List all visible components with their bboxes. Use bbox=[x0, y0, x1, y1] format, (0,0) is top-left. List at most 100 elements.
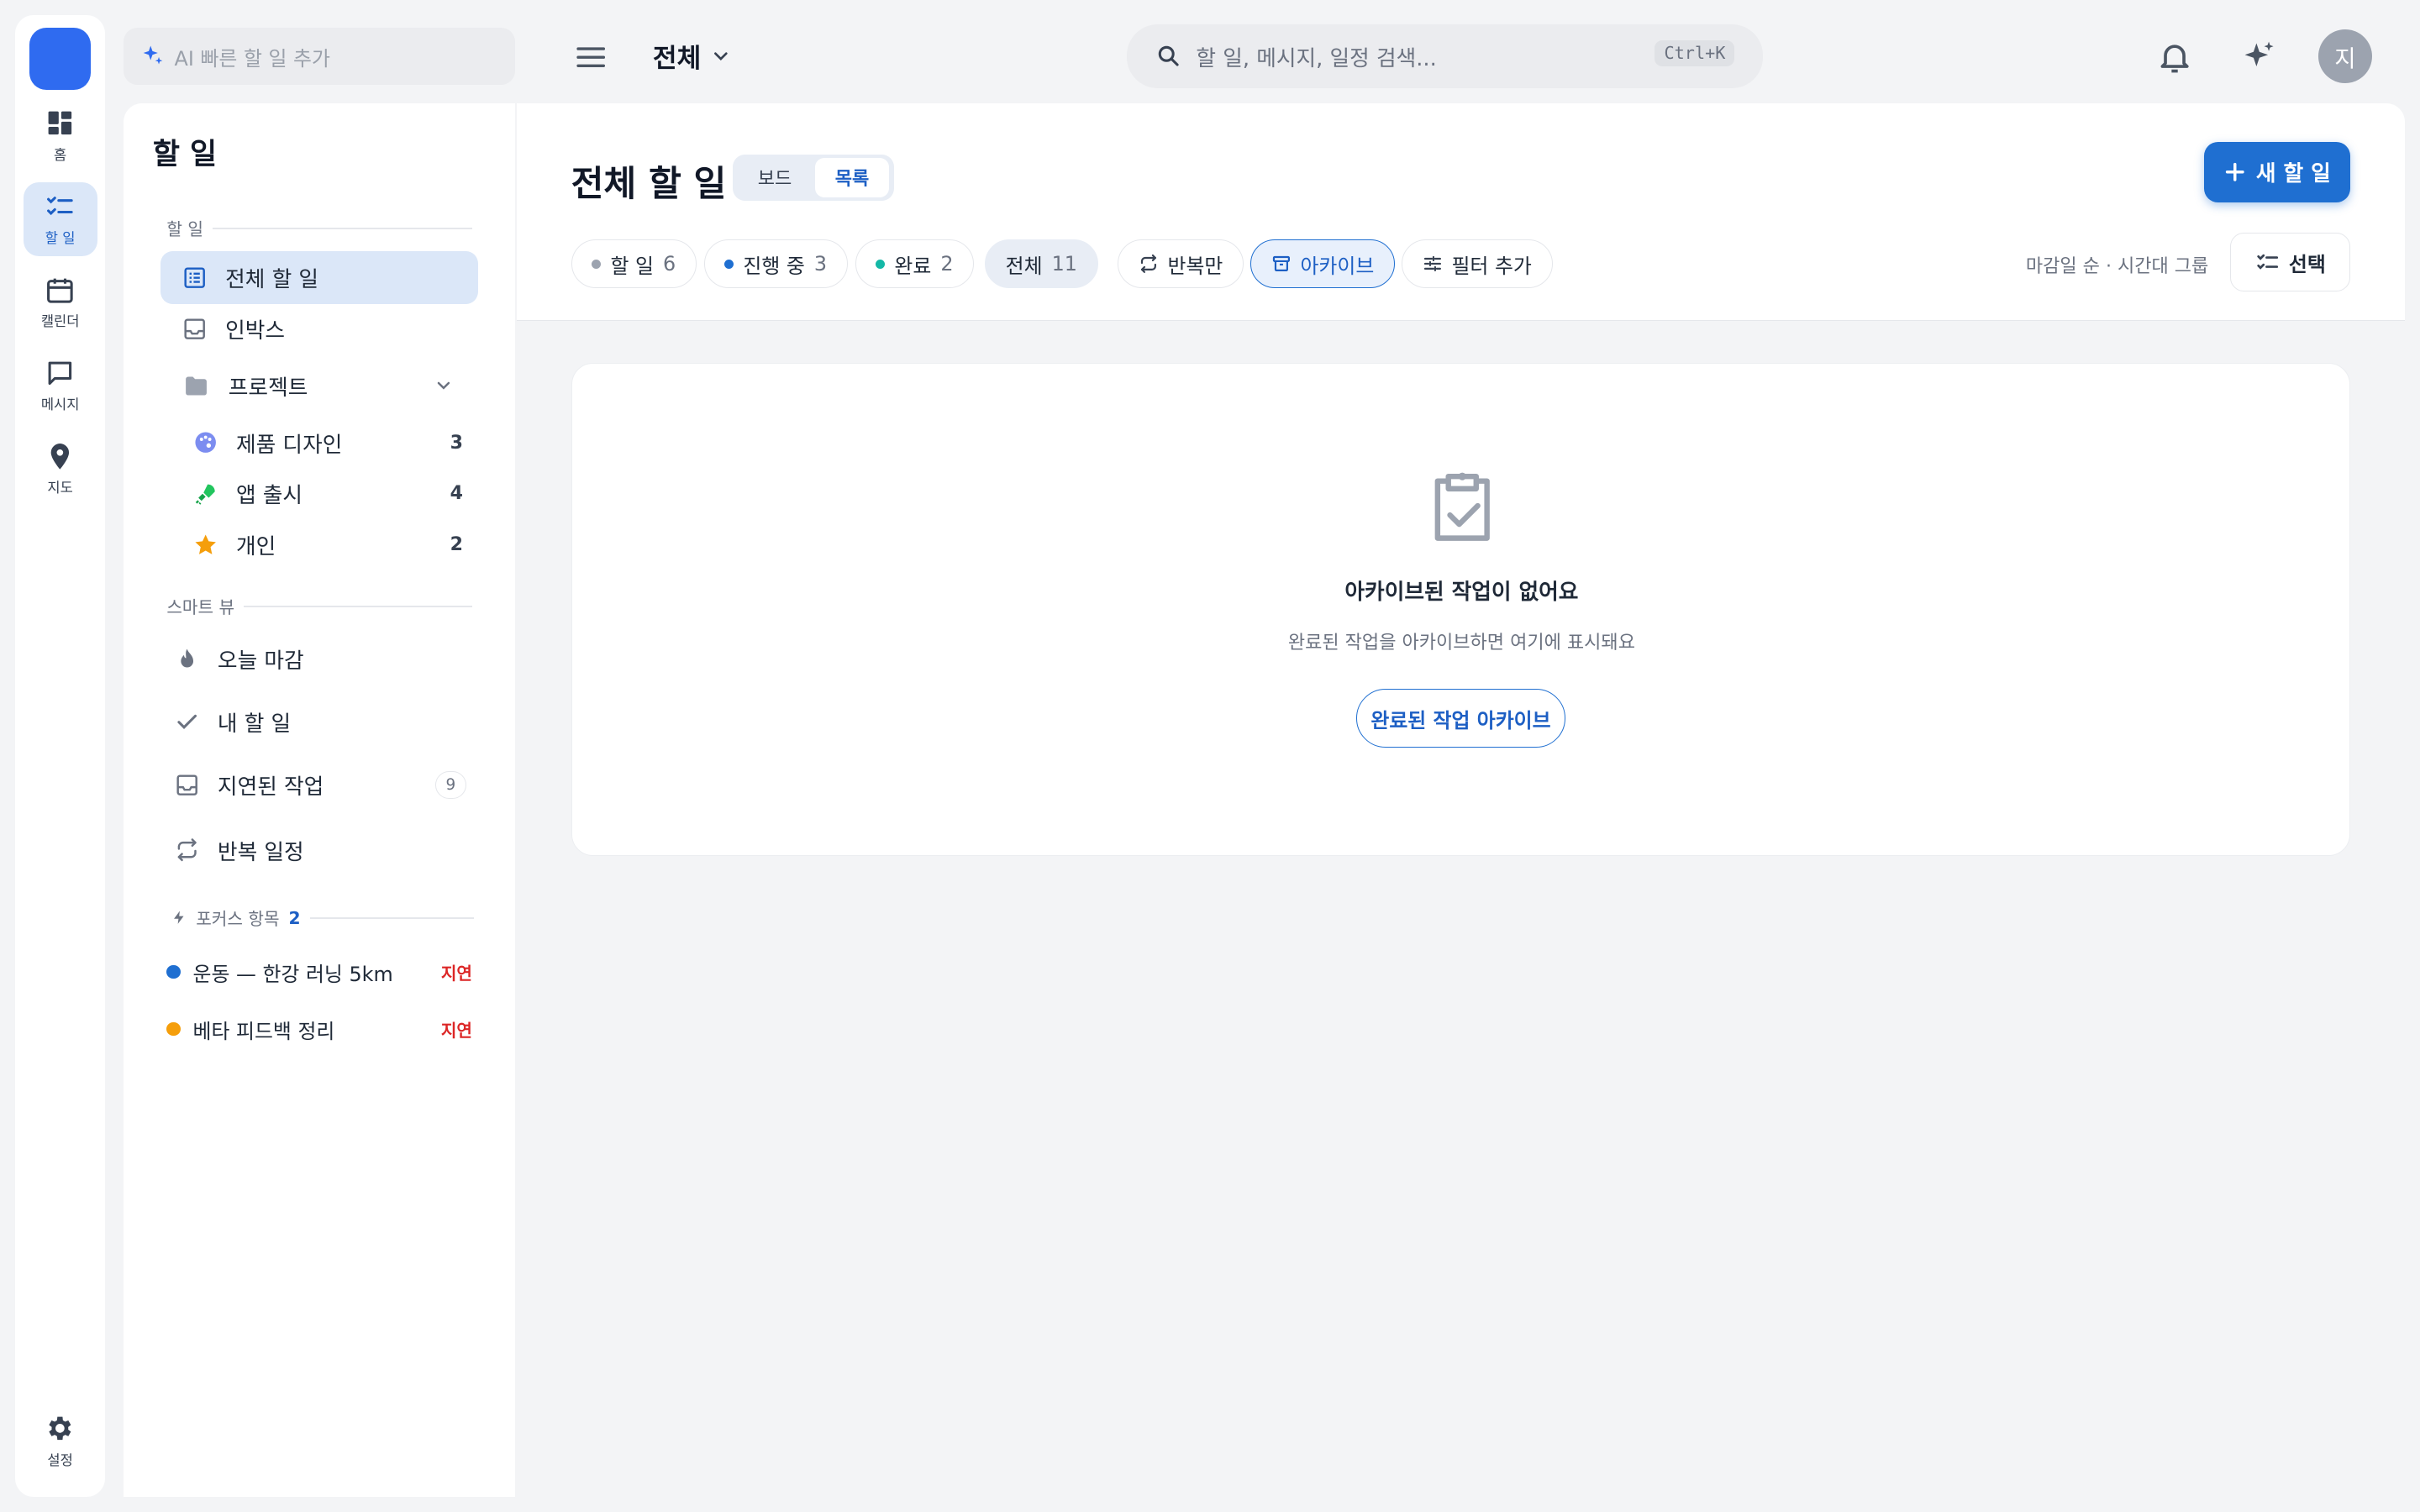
palette-icon bbox=[193, 430, 218, 454]
check-icon bbox=[175, 710, 199, 734]
sidebar-item-label: 내 할 일 bbox=[217, 711, 292, 738]
sparkle-icon bbox=[140, 44, 165, 68]
star-icon bbox=[193, 533, 218, 557]
rocket-icon bbox=[193, 481, 218, 506]
view-list-tab[interactable]: 목록 bbox=[814, 157, 890, 197]
sidebar-item-label: 반복 일정 bbox=[217, 839, 304, 865]
scope-dropdown[interactable]: 전체 bbox=[653, 37, 732, 75]
project-count: 2 bbox=[450, 533, 463, 555]
sidebar-item-label: 제품 디자인 bbox=[235, 432, 343, 458]
add-filter-button[interactable]: 필터 추가 bbox=[1401, 239, 1553, 289]
sidebar-item-inbox[interactable]: 인박스 bbox=[160, 302, 478, 354]
repeat-icon bbox=[175, 837, 199, 862]
sidebar-item-overdue[interactable]: 지연된 작업 9 bbox=[160, 759, 478, 811]
focus-item-status: 지연 bbox=[440, 963, 473, 984]
chevron-down-icon[interactable] bbox=[434, 375, 454, 396]
sidebar-item-label: 지연된 작업 bbox=[217, 774, 324, 801]
rail-item-calendar[interactable]: 캘린더 bbox=[24, 265, 97, 339]
search-input[interactable]: 할 일, 메시지, 일정 검색... Ctrl+K bbox=[1126, 24, 1763, 88]
view-toggle: 보드 목록 bbox=[733, 154, 894, 201]
gear-icon bbox=[45, 1413, 76, 1444]
focus-item-dot bbox=[166, 964, 181, 979]
filter-chip-recurring-only[interactable]: 반복만 bbox=[1117, 239, 1244, 289]
section-header-smart: 스마트 뷰 bbox=[166, 594, 472, 618]
dashboard-icon bbox=[45, 108, 76, 139]
archive-icon bbox=[1271, 254, 1292, 274]
search-icon bbox=[1156, 44, 1181, 68]
task-sidebar: 할 일 할 일 전체 할 일 인박스 프로젝트 제품 디자인 3 앱 출시 4 … bbox=[123, 103, 516, 1497]
status-dot bbox=[724, 259, 734, 269]
checklist-icon bbox=[2255, 250, 2280, 275]
checklist-icon bbox=[45, 192, 76, 223]
main-header: 전체 할 일 보드 목록 새 할 일 할 일 6 진행 중 3 완료 2 전체 … bbox=[517, 103, 2405, 322]
app-logo[interactable] bbox=[29, 28, 92, 90]
sidebar-item-mine[interactable]: 내 할 일 bbox=[160, 696, 478, 748]
ai-sparkle-icon[interactable] bbox=[2241, 39, 2278, 76]
bolt-icon bbox=[171, 910, 187, 925]
new-task-label: 새 할 일 bbox=[2255, 161, 2331, 187]
rail-item-map[interactable]: 지도 bbox=[24, 432, 97, 506]
menu-icon[interactable] bbox=[574, 40, 608, 74]
sidebar-item-project-launch[interactable]: 앱 출시 4 bbox=[160, 468, 478, 520]
rail-label: 메시지 bbox=[40, 396, 80, 413]
sidebar-item-label: 전체 할 일 bbox=[225, 267, 319, 293]
sliders-icon bbox=[1423, 254, 1443, 274]
sidebar-item-project-design[interactable]: 제품 디자인 3 bbox=[160, 417, 478, 469]
app-rail: 홈 할 일 캘린더 메시지 지도 설정 bbox=[15, 15, 105, 1497]
project-count: 3 bbox=[450, 432, 463, 454]
bell-icon[interactable] bbox=[2156, 39, 2193, 76]
empty-state-subtitle: 완료된 작업을 아카이브하면 여기에 표시돼요 bbox=[1287, 632, 1635, 654]
sort-group-setting[interactable]: 마감일 순 · 시간대 그룹 bbox=[2026, 251, 2208, 278]
sidebar-item-label: 오늘 마감 bbox=[217, 648, 304, 674]
focus-item[interactable]: 운동 — 한강 러닝 5km 지연 bbox=[160, 946, 478, 998]
filter-chip-archive[interactable]: 아카이브 bbox=[1249, 239, 1396, 289]
ai-quick-add-input[interactable]: AI 빠른 할 일 추가 bbox=[123, 28, 516, 85]
select-button[interactable]: 선택 bbox=[2230, 233, 2351, 292]
focus-item-label: 베타 피드백 정리 bbox=[192, 1019, 335, 1043]
page-title: 전체 할 일 bbox=[571, 163, 727, 205]
rail-label: 캘린더 bbox=[40, 313, 80, 330]
focus-item-label: 운동 — 한강 러닝 5km bbox=[192, 962, 393, 986]
section-header-tasks: 할 일 bbox=[166, 216, 472, 240]
inbox-icon bbox=[175, 773, 199, 797]
filter-chip-all[interactable]: 전체 11 bbox=[984, 239, 1098, 289]
section-header-focus: 포커스 항목 2 bbox=[171, 906, 474, 930]
repeat-icon bbox=[1139, 254, 1159, 274]
calendar-icon bbox=[45, 275, 76, 306]
chevron-down-icon bbox=[710, 45, 732, 67]
inbox-icon bbox=[182, 317, 207, 341]
overdue-count-badge: 9 bbox=[434, 771, 466, 800]
sidebar-item-today[interactable]: 오늘 마감 bbox=[160, 633, 478, 685]
rail-item-home[interactable]: 홈 bbox=[24, 99, 97, 173]
status-dot bbox=[876, 259, 886, 269]
sidebar-item-all-tasks[interactable]: 전체 할 일 bbox=[160, 251, 479, 304]
rail-item-tasks[interactable]: 할 일 bbox=[23, 181, 97, 256]
archive-completed-button[interactable]: 완료된 작업 아카이브 bbox=[1355, 689, 1566, 748]
sidebar-item-project-personal[interactable]: 개인 2 bbox=[160, 518, 478, 570]
sidebar-title: 할 일 bbox=[152, 138, 218, 172]
folder-icon bbox=[182, 372, 210, 400]
rail-label: 할 일 bbox=[45, 229, 76, 246]
sidebar-item-label: 개인 bbox=[235, 533, 276, 559]
sidebar-item-recurring[interactable]: 반복 일정 bbox=[160, 824, 478, 876]
filter-chip-todo[interactable]: 할 일 6 bbox=[571, 239, 697, 289]
rail-item-messages[interactable]: 메시지 bbox=[24, 349, 97, 423]
scope-label: 전체 bbox=[652, 44, 702, 75]
filter-chip-done[interactable]: 완료 2 bbox=[855, 239, 975, 289]
search-shortcut: Ctrl+K bbox=[1655, 39, 1735, 67]
filter-chip-in-progress[interactable]: 진행 중 3 bbox=[703, 239, 848, 289]
main-content: 전체 할 일 보드 목록 새 할 일 할 일 6 진행 중 3 완료 2 전체 … bbox=[517, 103, 2405, 1497]
sidebar-item-label: 프로젝트 bbox=[228, 375, 308, 401]
flame-icon bbox=[175, 647, 199, 671]
focus-count: 2 bbox=[288, 907, 301, 928]
sidebar-item-projects[interactable]: 프로젝트 bbox=[160, 360, 478, 412]
map-pin-icon bbox=[45, 441, 76, 472]
message-icon bbox=[45, 358, 76, 389]
view-board-tab[interactable]: 보드 bbox=[738, 158, 812, 197]
rail-label: 홈 bbox=[54, 146, 67, 163]
rail-label: 설정 bbox=[47, 1452, 73, 1468]
focus-item[interactable]: 베타 피드백 정리 지연 bbox=[160, 1003, 478, 1055]
avatar[interactable]: 지 bbox=[2317, 29, 2372, 84]
rail-item-settings[interactable]: 설정 bbox=[24, 1404, 97, 1478]
new-task-button[interactable]: 새 할 일 bbox=[2203, 141, 2351, 202]
